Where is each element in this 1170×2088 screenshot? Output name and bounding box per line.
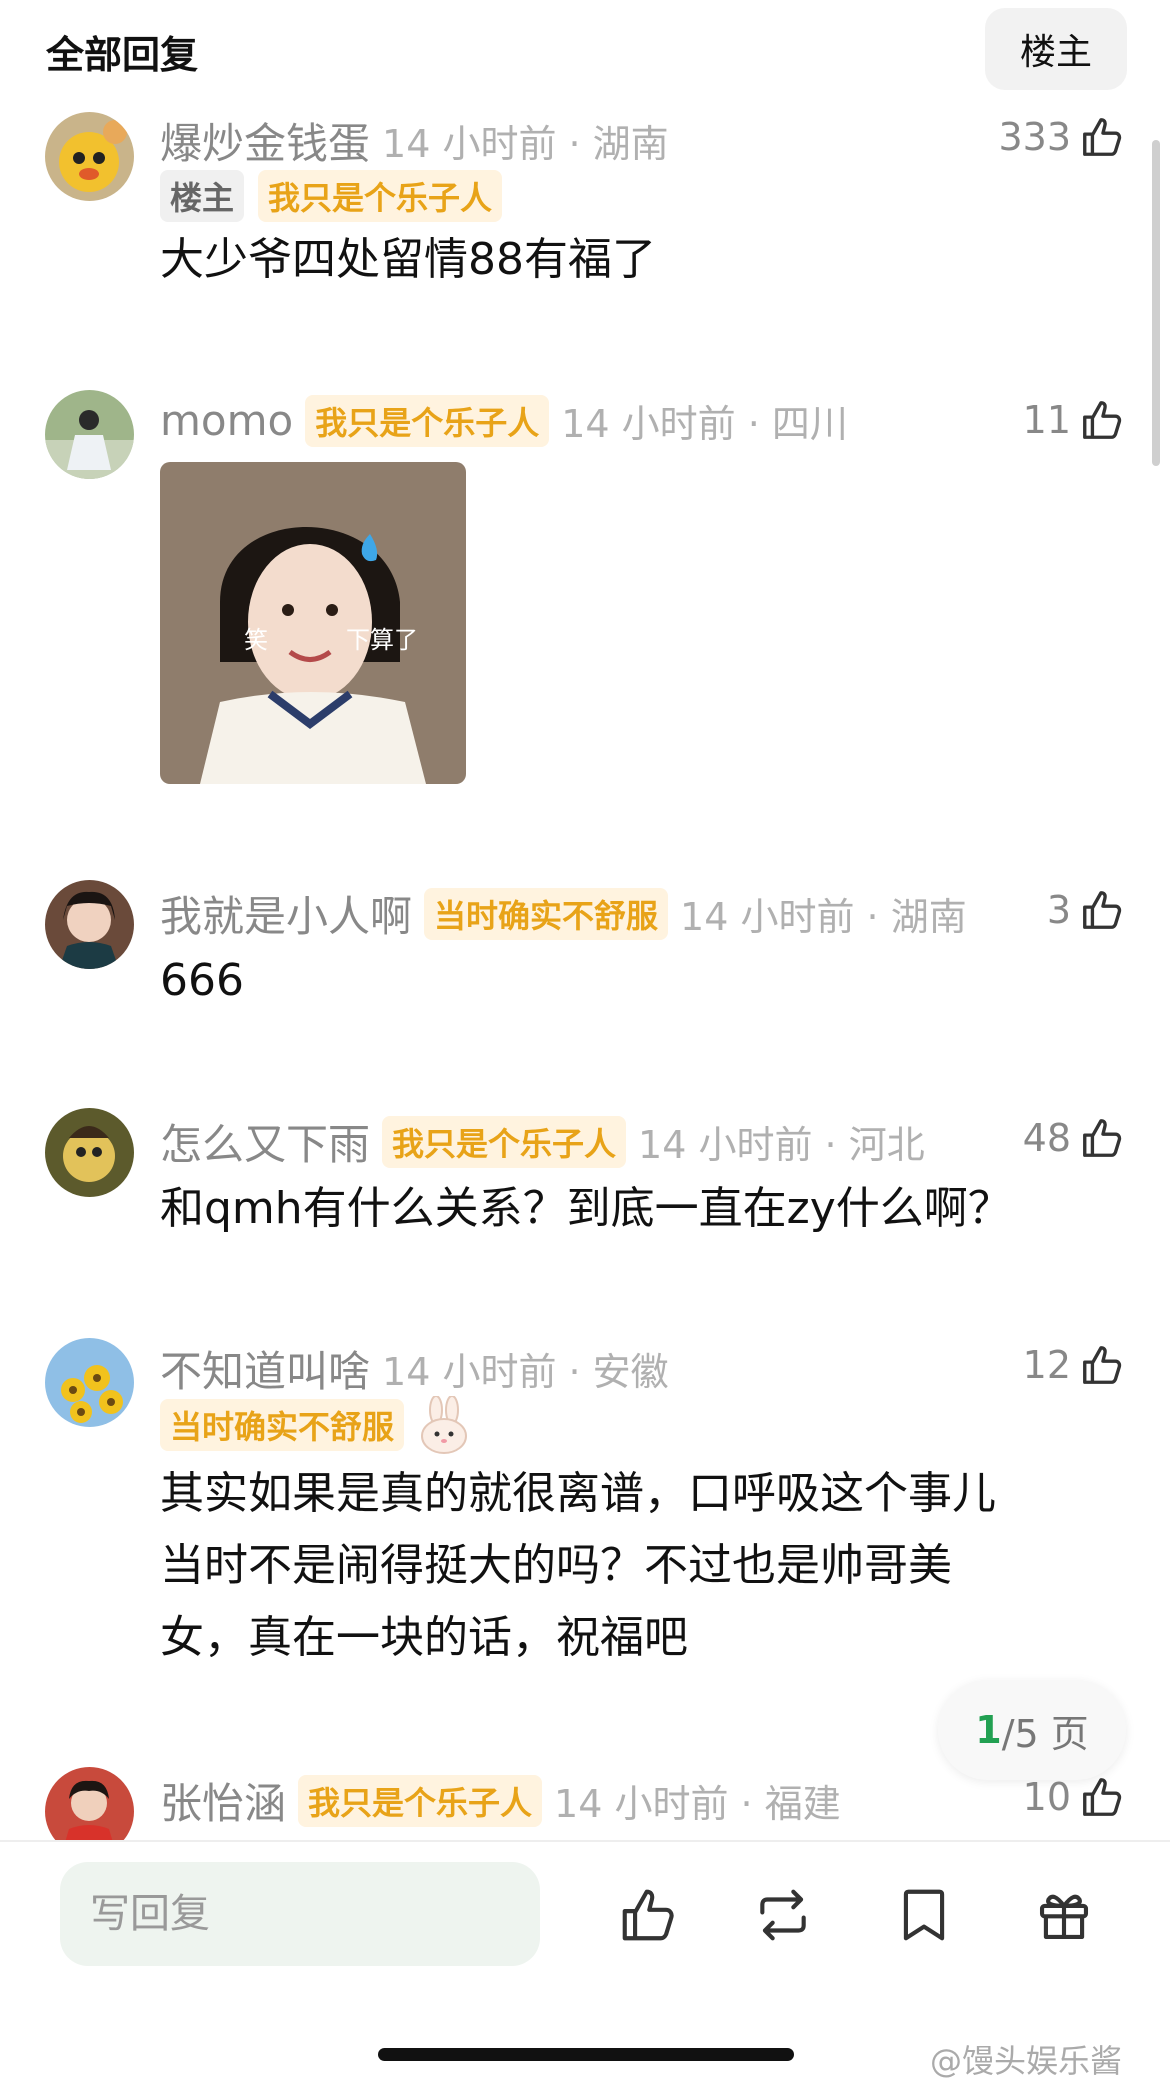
divider <box>0 1840 1170 1842</box>
page-indicator[interactable]: 1/5 页 <box>938 1680 1126 1780</box>
like-button[interactable]: 12 <box>1023 1342 1125 1388</box>
like-button[interactable]: 48 <box>1023 1115 1125 1161</box>
thumb-up-icon <box>1083 1346 1122 1384</box>
rabbit-sticker-icon <box>421 1396 468 1454</box>
comment-text: 和qmh有什么关系？到底一直在zy什么啊？ <box>160 1183 1012 1234</box>
image-caption-right: 下算了 <box>346 626 418 654</box>
comment-meta: momo 我只是个乐子人 14 小时前 · 四川 <box>160 393 848 448</box>
comment-text: 大少爷四处留情88有福了 <box>160 234 656 285</box>
like-button[interactable]: 333 <box>998 114 1125 160</box>
comment-time: 14 小时前 · 四川 <box>561 402 848 446</box>
watermark: @馒头娱乐酱 <box>930 2042 1123 2080</box>
comment-time: 14 小时前 · 福建 <box>554 1782 841 1826</box>
comment-text-line: 其实如果是真的就很离谱，口呼吸这个事儿 <box>160 1468 996 1519</box>
like-button[interactable]: 3 <box>1047 887 1125 933</box>
repost-icon[interactable] <box>752 1884 814 1946</box>
like-count: 10 <box>1022 1775 1071 1819</box>
avatar[interactable] <box>45 112 134 201</box>
fan-badge: 我只是个乐子人 <box>305 394 550 447</box>
bookmark-icon[interactable] <box>893 1884 955 1946</box>
reply-input[interactable] <box>60 1862 540 1966</box>
comment-meta: 怎么又下雨 我只是个乐子人 14 小时前 · 河北 <box>160 1111 925 1172</box>
like-count: 11 <box>1022 398 1071 442</box>
comment-time: 14 小时前 · 湖南 <box>680 895 967 939</box>
comment-meta: 张怡涵 我只是个乐子人 14 小时前 · 福建 <box>160 1770 841 1831</box>
comment-text: 666 <box>160 955 244 1006</box>
fan-badge: 我只是个乐子人 <box>258 170 503 222</box>
fan-badge: 当时确实不舒服 <box>424 887 669 940</box>
username[interactable]: 张怡涵 <box>160 1770 286 1831</box>
comment-meta: 不知道叫啥 14 小时前 · 安徽 <box>160 1338 669 1399</box>
like-count: 12 <box>1022 1343 1071 1387</box>
thumb-up-icon <box>1083 891 1122 929</box>
like-button[interactable]: 11 <box>1023 397 1125 443</box>
username[interactable]: 爆炒金钱蛋 <box>160 110 370 171</box>
comment-meta: 我就是小人啊 当时确实不舒服 14 小时前 · 湖南 <box>160 883 967 944</box>
username[interactable]: 我就是小人啊 <box>160 883 412 944</box>
current-page: 1 <box>975 1708 1002 1752</box>
comment-time: 14 小时前 · 安徽 <box>382 1350 669 1394</box>
thumb-up-icon <box>1083 1778 1122 1816</box>
header: 全部回复 楼主 <box>0 0 1170 100</box>
owner-filter-button[interactable]: 楼主 <box>985 8 1127 90</box>
like-button[interactable]: 10 <box>1023 1774 1125 1820</box>
badge-row: 当时确实不舒服 <box>160 1396 472 1454</box>
username[interactable]: momo <box>160 396 293 445</box>
username[interactable]: 怎么又下雨 <box>160 1111 370 1172</box>
like-count: 48 <box>1022 1116 1071 1160</box>
comment-text-line: 当时不是闹得挺大的吗？不过也是帅哥美 <box>160 1540 952 1591</box>
avatar[interactable] <box>45 880 134 969</box>
avatar[interactable] <box>45 390 134 479</box>
page-title: 全部回复 <box>46 33 199 77</box>
fan-badge: 当时确实不舒服 <box>160 1399 405 1451</box>
badge-row: 楼主 我只是个乐子人 <box>160 170 514 222</box>
avatar[interactable] <box>45 1338 134 1427</box>
comment-text-line: 女，真在一块的话，祝福吧 <box>160 1612 688 1663</box>
comment-meta: 爆炒金钱蛋 14 小时前 · 湖南 <box>160 110 669 171</box>
scrollbar[interactable] <box>1152 140 1160 466</box>
thumb-up-icon <box>1083 118 1122 156</box>
fan-badge: 我只是个乐子人 <box>382 1115 627 1168</box>
comment-time: 14 小时前 · 河北 <box>638 1123 925 1167</box>
comment-time: 14 小时前 · 湖南 <box>382 122 669 166</box>
owner-badge: 楼主 <box>160 170 245 222</box>
fan-badge: 我只是个乐子人 <box>298 1774 543 1827</box>
thumb-up-icon[interactable] <box>617 1884 679 1946</box>
thumb-up-icon <box>1083 1119 1122 1157</box>
like-count: 3 <box>1046 888 1071 932</box>
avatar[interactable] <box>45 1767 134 1840</box>
gift-icon[interactable] <box>1033 1884 1095 1946</box>
avatar[interactable] <box>45 1108 134 1197</box>
like-count: 333 <box>998 115 1071 159</box>
comment-image[interactable]: 笑 下算了 <box>160 462 466 784</box>
home-indicator <box>378 2048 794 2061</box>
total-pages: /5 页 <box>1001 1711 1089 1756</box>
thumb-up-icon <box>1083 401 1122 439</box>
image-caption-left: 笑 <box>244 626 268 654</box>
username[interactable]: 不知道叫啥 <box>160 1338 370 1399</box>
